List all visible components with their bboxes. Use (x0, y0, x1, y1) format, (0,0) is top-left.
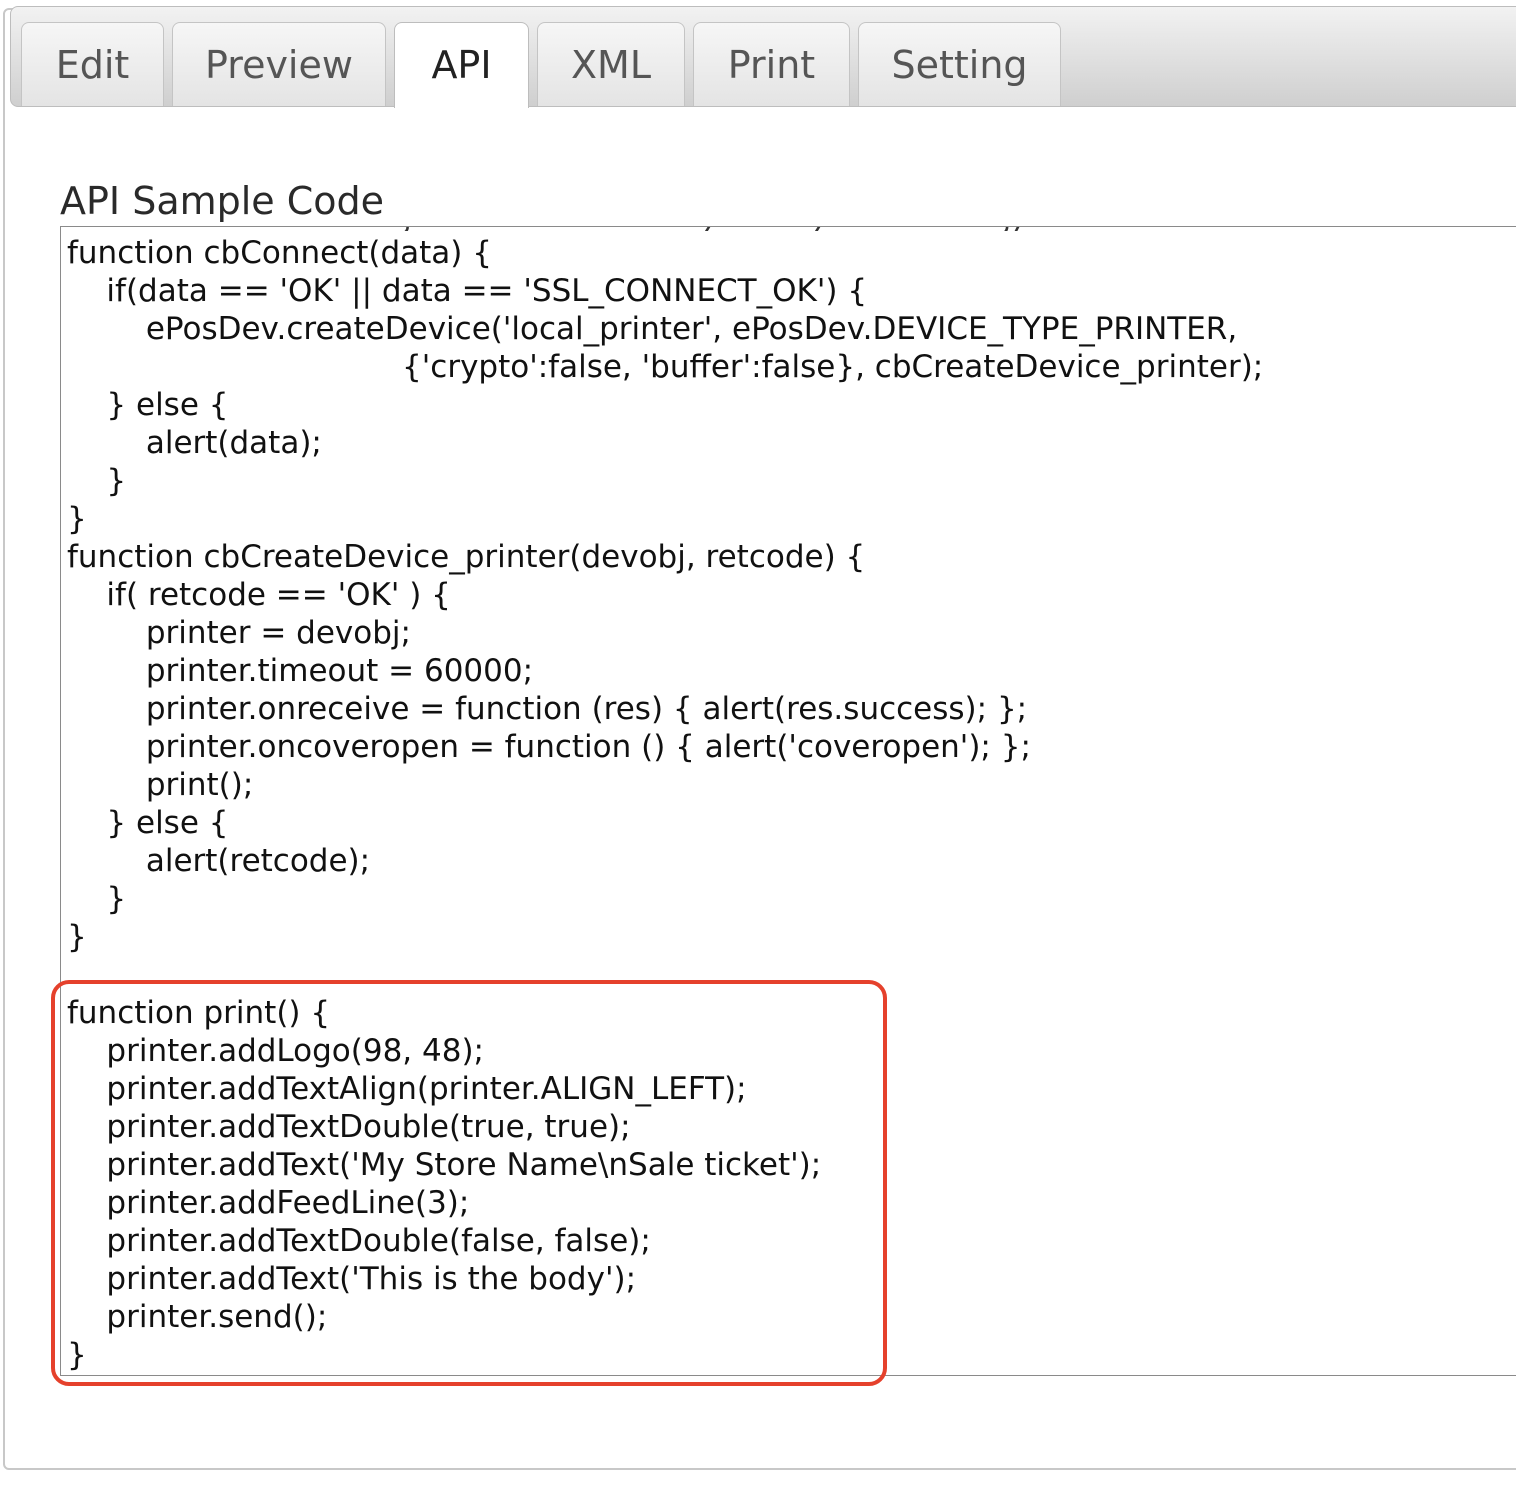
code-line: printer.addTextDouble(true, true); (67, 1109, 631, 1145)
code-line: {'crypto':false, 'buffer':false}, cbCrea… (67, 349, 1264, 385)
code-line: if(data == 'OK' || data == 'SSL_CONNECT_… (67, 273, 868, 309)
tab-api[interactable]: API (394, 22, 529, 108)
code-line: if( retcode == 'OK' ) { (67, 577, 451, 613)
code-line: printer.addFeedLine(3); (67, 1185, 470, 1221)
code-line: ePosDev.createDevice('local_printer', eP… (67, 311, 1238, 347)
code-line: } else { (67, 805, 229, 841)
scrolled-line-fragment (61, 227, 1061, 231)
code-line: printer.send(); (67, 1299, 328, 1335)
code-line: printer.timeout = 60000; (67, 653, 534, 689)
tab-print[interactable]: Print (693, 22, 850, 106)
code-line: } else { (67, 387, 229, 423)
code-line: printer.addText('This is the body'); (67, 1261, 637, 1297)
tab-preview[interactable]: Preview (172, 22, 386, 106)
tab-xml[interactable]: XML (537, 22, 685, 106)
code-line: printer.oncoveropen = function () { aler… (67, 729, 1031, 765)
code-line: function cbConnect(data) { (67, 235, 492, 271)
api-sample-code-area[interactable]: function cbConnect(data) { if(data == 'O… (60, 226, 1516, 1376)
code-line: printer.addTextDouble(false, false); (67, 1223, 651, 1259)
code-line: } (67, 881, 127, 917)
code-line: } (67, 501, 87, 537)
tab-setting[interactable]: Setting (858, 22, 1061, 106)
code-line: printer.addTextAlign(printer.ALIGN_LEFT)… (67, 1071, 747, 1107)
code-line: } (67, 463, 127, 499)
tab-edit[interactable]: Edit (21, 22, 164, 106)
code-text: function cbConnect(data) { if(data == 'O… (67, 234, 1263, 1374)
code-line: print(); (67, 767, 254, 803)
code-line: function print() { (67, 995, 331, 1031)
code-line: alert(data); (67, 425, 322, 461)
code-line: printer.addText('My Store Name\nSale tic… (67, 1147, 822, 1183)
section-title: API Sample Code (60, 179, 385, 223)
code-line: } (67, 1337, 87, 1373)
code-line: printer.addLogo(98, 48); (67, 1033, 485, 1069)
code-line: } (67, 919, 87, 955)
code-line: alert(retcode); (67, 843, 371, 879)
code-line: function cbCreateDevice_printer(devobj, … (67, 539, 866, 575)
code-line: printer.onreceive = function (res) { ale… (67, 691, 1028, 727)
code-line: printer = devobj; (67, 615, 411, 651)
